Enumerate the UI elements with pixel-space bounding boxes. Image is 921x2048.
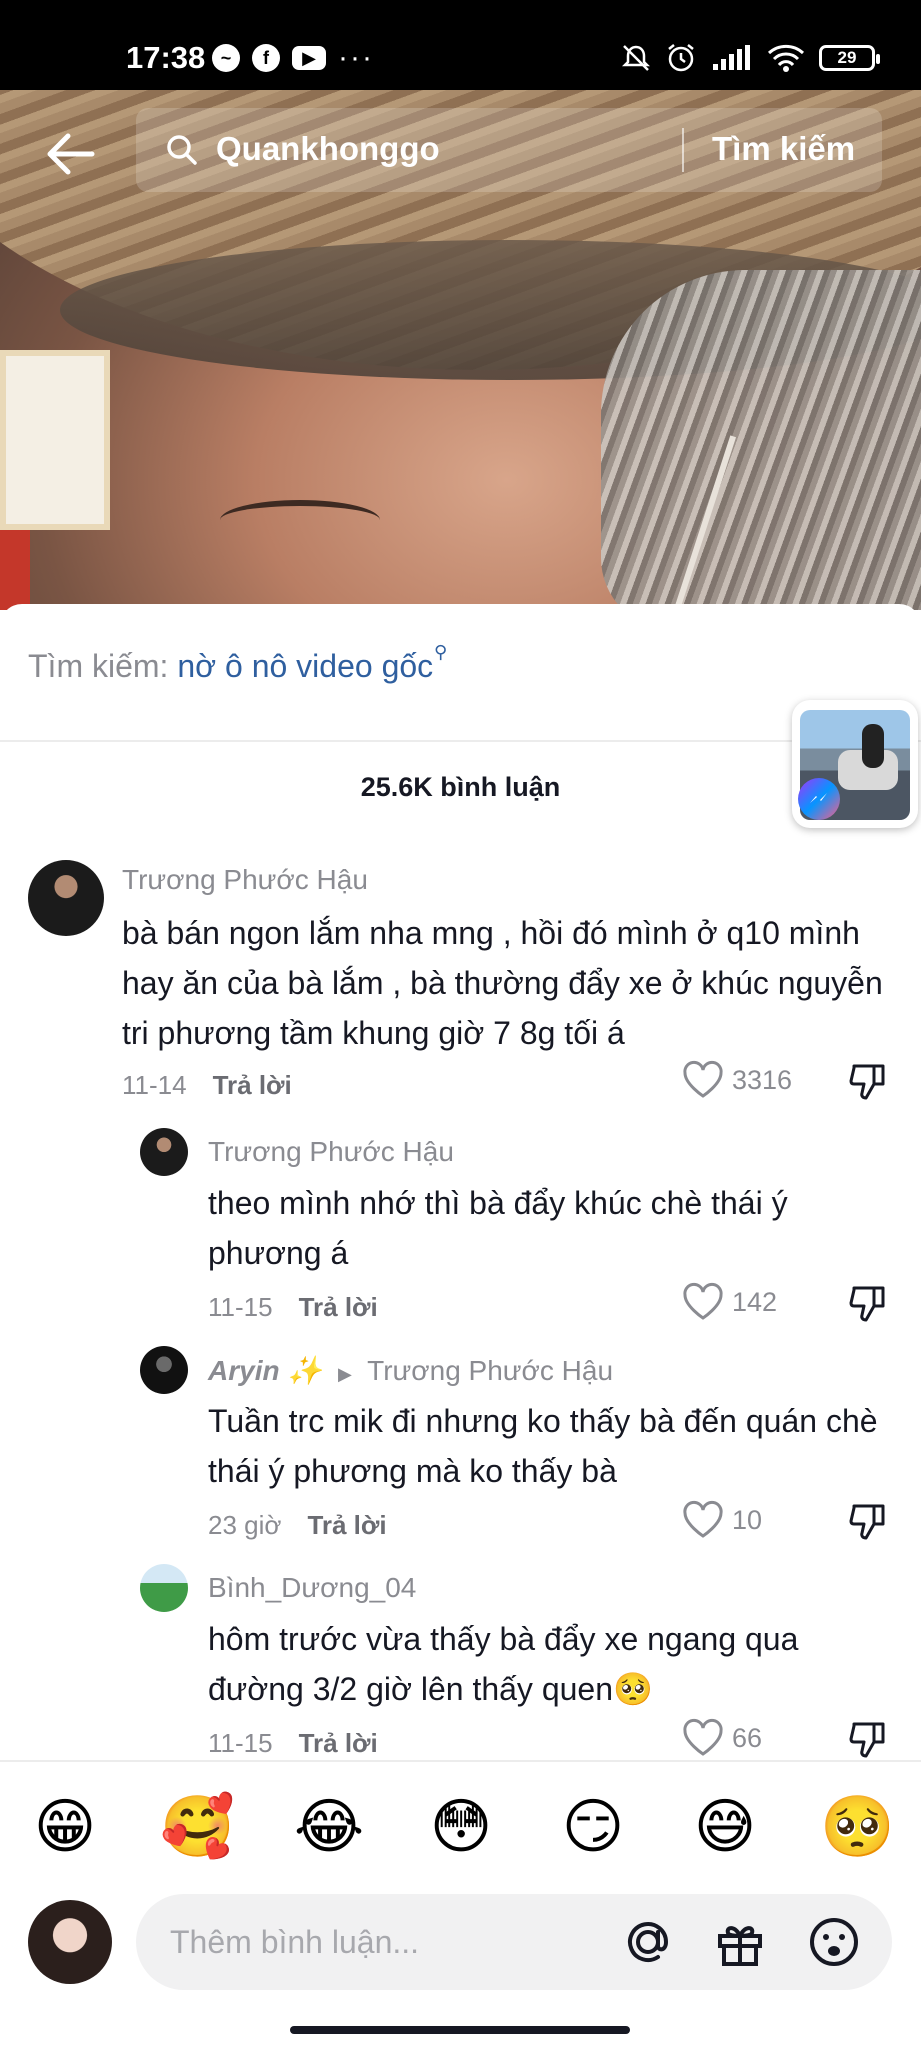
like-count: 10 [732, 1504, 763, 1535]
alarm-icon [668, 44, 694, 72]
user-avatar[interactable] [28, 1900, 112, 1984]
youtube-notification-icon: ▶ [292, 46, 326, 70]
app-screen: 17:38 ~ f ▶ ··· 29 Quankhonggo Tìm kiếm … [0, 0, 921, 2048]
like-button[interactable]: 142 [682, 1282, 777, 1322]
reply-arrow-icon: ▶ [338, 1364, 352, 1384]
like-button[interactable]: 10 [682, 1500, 762, 1540]
reply-button[interactable]: Trả lời [299, 1292, 378, 1322]
wifi-icon [767, 44, 805, 72]
video-hair [601, 270, 921, 610]
like-count: 142 [732, 1286, 778, 1317]
battery-icon: 29 [819, 45, 880, 71]
heart-icon [683, 1500, 723, 1538]
dislike-icon[interactable] [848, 1720, 888, 1760]
reply-button[interactable]: Trả lời [299, 1728, 378, 1758]
avatar[interactable] [140, 1564, 188, 1612]
gift-icon[interactable] [712, 1914, 768, 1970]
mention-icon[interactable] [620, 1914, 676, 1970]
suggestion-search-icon: ⚲ [433, 642, 448, 662]
system-icons: 29 [621, 42, 880, 74]
emoji-button[interactable]: 😳 [424, 1792, 498, 1862]
avatar[interactable] [140, 1346, 188, 1394]
comment-input-placeholder: Thêm bình luận... [170, 1924, 420, 1960]
emoji-button[interactable]: 🥰 [160, 1792, 235, 1862]
comment-meta: 23 giờ Trả lời [208, 1510, 387, 1541]
more-notifications-icon: ··· [338, 41, 374, 74]
emoji-button[interactable]: 😏 [556, 1792, 630, 1862]
floating-share-video[interactable] [792, 700, 918, 828]
thumbnail-rider [862, 724, 884, 768]
avatar[interactable] [28, 860, 104, 936]
like-button[interactable]: 3316 [682, 1060, 792, 1100]
comment-text: theo mình nhớ thì bà đẩy khúc chè thái ý… [208, 1185, 788, 1271]
comment-meta: 11-15 Trả lời [208, 1728, 378, 1759]
like-button[interactable]: 66 [682, 1718, 762, 1758]
search-query[interactable]: Quankhonggo [216, 130, 440, 168]
like-count: 66 [732, 1722, 763, 1753]
suggestion-label: Tìm kiếm: [28, 648, 178, 684]
divider [0, 1760, 921, 1762]
comment-input[interactable]: Thêm bình luận... [136, 1894, 892, 1990]
comment-date: 11-15 [208, 1728, 273, 1758]
video-sign-red [0, 530, 30, 610]
messenger-bolt-icon [810, 793, 827, 803]
dislike-icon[interactable] [848, 1284, 888, 1324]
comment-date: 11-15 [208, 1292, 273, 1322]
mute-bell-icon [621, 45, 651, 71]
video-eye [220, 500, 380, 540]
back-arrow-icon[interactable] [44, 128, 96, 180]
status-bar: 17:38 ~ f ▶ ··· 29 [0, 0, 921, 90]
search-icon [167, 135, 197, 165]
search-bar[interactable]: Quankhonggo Tìm kiếm [136, 108, 882, 192]
status-time: 17:38 [126, 40, 206, 75]
facebook-notification-icon: f [252, 44, 280, 72]
reply-button[interactable]: Trả lời [307, 1510, 386, 1540]
comment-username[interactable]: Aryin ✨ [208, 1355, 322, 1386]
home-indicator[interactable] [290, 2026, 630, 2034]
reply-button[interactable]: Trả lời [213, 1070, 292, 1100]
like-count: 3316 [732, 1064, 793, 1095]
comment-meta: 11-15 Trả lời [208, 1292, 378, 1323]
comment-date: 11-14 [122, 1070, 187, 1100]
emoji-picker-icon[interactable] [806, 1914, 862, 1970]
comment-username[interactable]: Trương Phước Hậu [208, 1136, 454, 1168]
heart-icon [683, 1718, 723, 1756]
comment-meta: 11-14 Trả lời [122, 1070, 292, 1101]
divider [0, 740, 921, 742]
comment-count: 25.6K bình luận [360, 772, 561, 802]
search-button[interactable]: Tìm kiếm [712, 130, 855, 168]
dislike-icon[interactable] [848, 1062, 888, 1102]
comment-text: hôm trước vừa thấy bà đẩy xe ngang qua đ… [208, 1621, 799, 1707]
avatar[interactable] [140, 1128, 188, 1176]
signal-icon [713, 45, 750, 70]
heart-icon [683, 1060, 723, 1098]
suggestion-query[interactable]: nờ ô nô video gốc [177, 648, 433, 684]
emoji-button[interactable]: 😁 [28, 1792, 102, 1862]
battery-level: 29 [837, 48, 857, 67]
comment-username[interactable]: Bình_Dương_04 [208, 1572, 416, 1604]
search-divider [682, 128, 684, 172]
quick-emoji-bar: 😁 🥰 😂 😳 😏 😅 🥺 [28, 1792, 895, 1862]
reply-to-username[interactable]: Trương Phước Hậu [367, 1355, 613, 1386]
video-sign [0, 350, 110, 530]
emoji-button[interactable]: 😅 [688, 1792, 762, 1862]
messenger-icon[interactable] [798, 778, 840, 820]
heart-icon [683, 1282, 723, 1320]
emoji-button[interactable]: 😂 [292, 1792, 366, 1862]
messenger-notification-icon: ~ [212, 44, 240, 72]
comment-date: 23 giờ [208, 1510, 282, 1540]
comment-text: Tuần trc mik đi nhưng ko thấy bà đến quá… [208, 1403, 878, 1489]
comment-username-row: Aryin ✨ ▶ Trương Phước Hậu [208, 1354, 613, 1387]
emoji-button[interactable]: 🥺 [820, 1792, 895, 1862]
dislike-icon[interactable] [848, 1502, 888, 1542]
comment-text: bà bán ngon lắm nha mng , hồi đó mình ở … [122, 915, 883, 1051]
search-suggestion[interactable]: Tìm kiếm: nờ ô nô video gốc ⚲ [28, 642, 447, 685]
notification-icons: ~ f ▶ ··· [212, 41, 374, 74]
comment-username[interactable]: Trương Phước Hậu [122, 864, 368, 896]
